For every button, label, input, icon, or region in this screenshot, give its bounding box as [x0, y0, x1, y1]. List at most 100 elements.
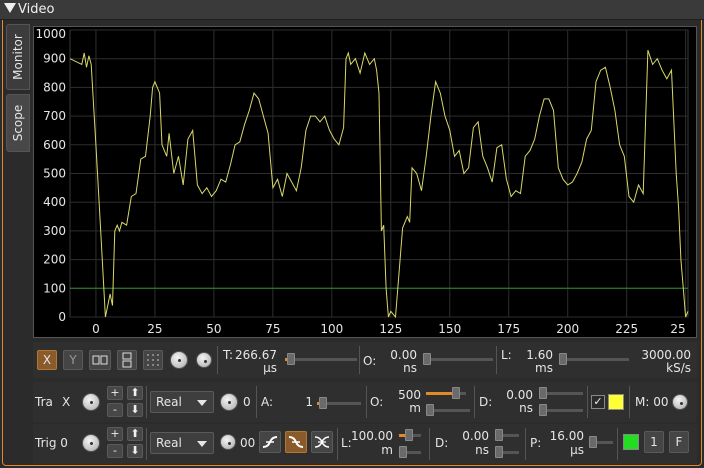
separator [256, 386, 257, 418]
trigger-pre-slider[interactable] [589, 436, 613, 448]
one-shot-button[interactable]: 1 [644, 431, 664, 453]
tab-monitor[interactable]: Monitor [6, 24, 30, 90]
scope-plot: 100090080070060050040030020010000 25 50 75 1… [35, 27, 689, 336]
x-tick-label: 175 [497, 322, 520, 336]
separator [217, 346, 218, 374]
x-tick-label: 25 [147, 322, 162, 336]
falling-edge-icon[interactable] [285, 431, 307, 453]
separator [617, 428, 618, 460]
x-trace-button[interactable]: X [37, 350, 57, 370]
trigger-color-swatch[interactable] [623, 434, 639, 450]
y-tick-label: 300 [43, 224, 66, 238]
offset-slider[interactable] [423, 353, 493, 365]
trigger-level-coarse-slider[interactable] [399, 429, 421, 441]
trigger-delay-coarse-slider[interactable] [495, 429, 519, 441]
tab-monitor-label: Monitor [11, 34, 25, 80]
trace-label: Tra [35, 395, 53, 409]
trace-visible-checkbox[interactable]: ✓ [591, 395, 605, 409]
time-value: 266.67 [235, 348, 277, 362]
x-tick-label: 50 [206, 322, 221, 336]
both-edges-icon[interactable] [311, 431, 333, 453]
x-tick-label: 200 [556, 322, 579, 336]
x-tick-label: 25 [670, 322, 685, 336]
grid-intensity-knob-icon[interactable] [196, 352, 212, 368]
length-slider[interactable] [559, 353, 629, 365]
grid-toggle-icon[interactable] [143, 350, 163, 370]
trigger-move-up-icon[interactable]: ⬆ [127, 427, 143, 441]
y-tick-label: 900 [43, 52, 66, 66]
trigger-delay-unit: ns [475, 443, 489, 457]
trigger-select-knob-icon[interactable] [82, 434, 100, 452]
trace-controls-row: Tra X + - ⬆ ⬇ Real 0 A: 1 O: 500 m D: 0.… [33, 382, 697, 422]
trigger-mode-value: Real [156, 436, 182, 450]
y-trace-button[interactable]: Y [63, 350, 83, 370]
chevron-down-icon [197, 441, 207, 447]
time-slider[interactable] [285, 353, 357, 365]
x-tick-label: 0 [92, 322, 100, 336]
y-tick-label: 500 [43, 167, 66, 181]
trigger-delay-fine-slider[interactable] [495, 446, 519, 458]
trigger-pre-unit: µs [570, 443, 584, 457]
trigger-add-button[interactable]: + [107, 427, 123, 441]
offset-unit: ns [403, 361, 417, 375]
trace-color-swatch[interactable] [608, 394, 624, 410]
separator [474, 386, 475, 418]
layout-stacked-icon[interactable] [117, 350, 137, 370]
x-tick-label: 150 [438, 322, 461, 336]
y-tick-label: 800 [43, 80, 66, 94]
trigger-level-unit: m [381, 443, 393, 457]
trace-move-up-icon[interactable]: ⬆ [127, 386, 143, 400]
y-tick-label: 700 [43, 109, 66, 123]
trace-select-knob-icon[interactable] [82, 393, 100, 411]
trace-offset-coarse-slider[interactable] [426, 387, 466, 399]
y-tick-label: 1000 [35, 27, 66, 41]
rising-edge-icon[interactable] [259, 431, 281, 453]
trigger-move-down-icon[interactable]: ⬇ [127, 444, 143, 458]
offset-value: 0.00 [390, 348, 417, 362]
title-bar: Video [0, 0, 704, 20]
memory-knob-icon[interactable] [672, 394, 688, 410]
separator [629, 386, 630, 418]
trace-add-button[interactable]: + [107, 386, 123, 400]
trigger-pre-value: 16.00 [549, 429, 584, 443]
trace-offset-fine-slider[interactable] [426, 404, 470, 416]
y-tick-label: 200 [43, 253, 66, 267]
time-label: T: [223, 348, 234, 362]
separator [496, 346, 497, 374]
separator [587, 386, 588, 418]
y-tick-label: 100 [43, 281, 66, 295]
trace-remove-button[interactable]: - [107, 403, 123, 417]
x-tick-label: 100 [320, 322, 343, 336]
trace-memory-label: M: 00 [635, 395, 669, 409]
display-controls-row: X Y T: 266.67 µs O: 0.00 ns L: 1.60 ms 3… [33, 342, 697, 378]
tab-scope[interactable]: Scope [6, 94, 30, 152]
intensity-knob-icon[interactable] [170, 351, 188, 369]
x-tick-label: 225 [615, 322, 638, 336]
scope-screen[interactable]: 1000 900 800 700 600 500 400 300 200 100 0 0 25 50 75 1… [33, 26, 697, 338]
trigger-remove-button[interactable]: - [107, 444, 123, 458]
x-tick-label: 75 [265, 322, 280, 336]
trace-source-knob-icon[interactable] [220, 393, 238, 411]
trigger-level-fine-slider[interactable] [399, 446, 421, 458]
length-unit: ms [535, 361, 553, 375]
layout-side-by-side-icon[interactable] [89, 350, 111, 370]
trigger-source-knob-icon[interactable] [220, 434, 236, 450]
time-unit: µs [263, 361, 277, 375]
trigger-label: Trig 0 [35, 436, 68, 450]
trace-delay-coarse-slider[interactable] [539, 387, 583, 399]
separator [359, 346, 360, 374]
sample-rate-unit: kS/s [666, 361, 691, 375]
collapse-triangle-icon[interactable] [4, 3, 16, 13]
trigger-mode-select[interactable]: Real [150, 432, 214, 454]
y-tick-label: 0 [58, 310, 66, 324]
trace-offset-value: 500 [398, 388, 421, 402]
separator [429, 428, 430, 460]
amp-slider[interactable] [317, 397, 361, 409]
trace-delay-fine-slider[interactable] [539, 404, 583, 416]
trace-move-down-icon[interactable]: ⬇ [127, 403, 143, 417]
trace-mode-select[interactable]: Real [150, 391, 214, 413]
freerun-button[interactable]: F [669, 431, 689, 453]
y-tick-label: 400 [43, 195, 66, 209]
length-value: 1.60 [526, 348, 553, 362]
separator [525, 428, 526, 460]
